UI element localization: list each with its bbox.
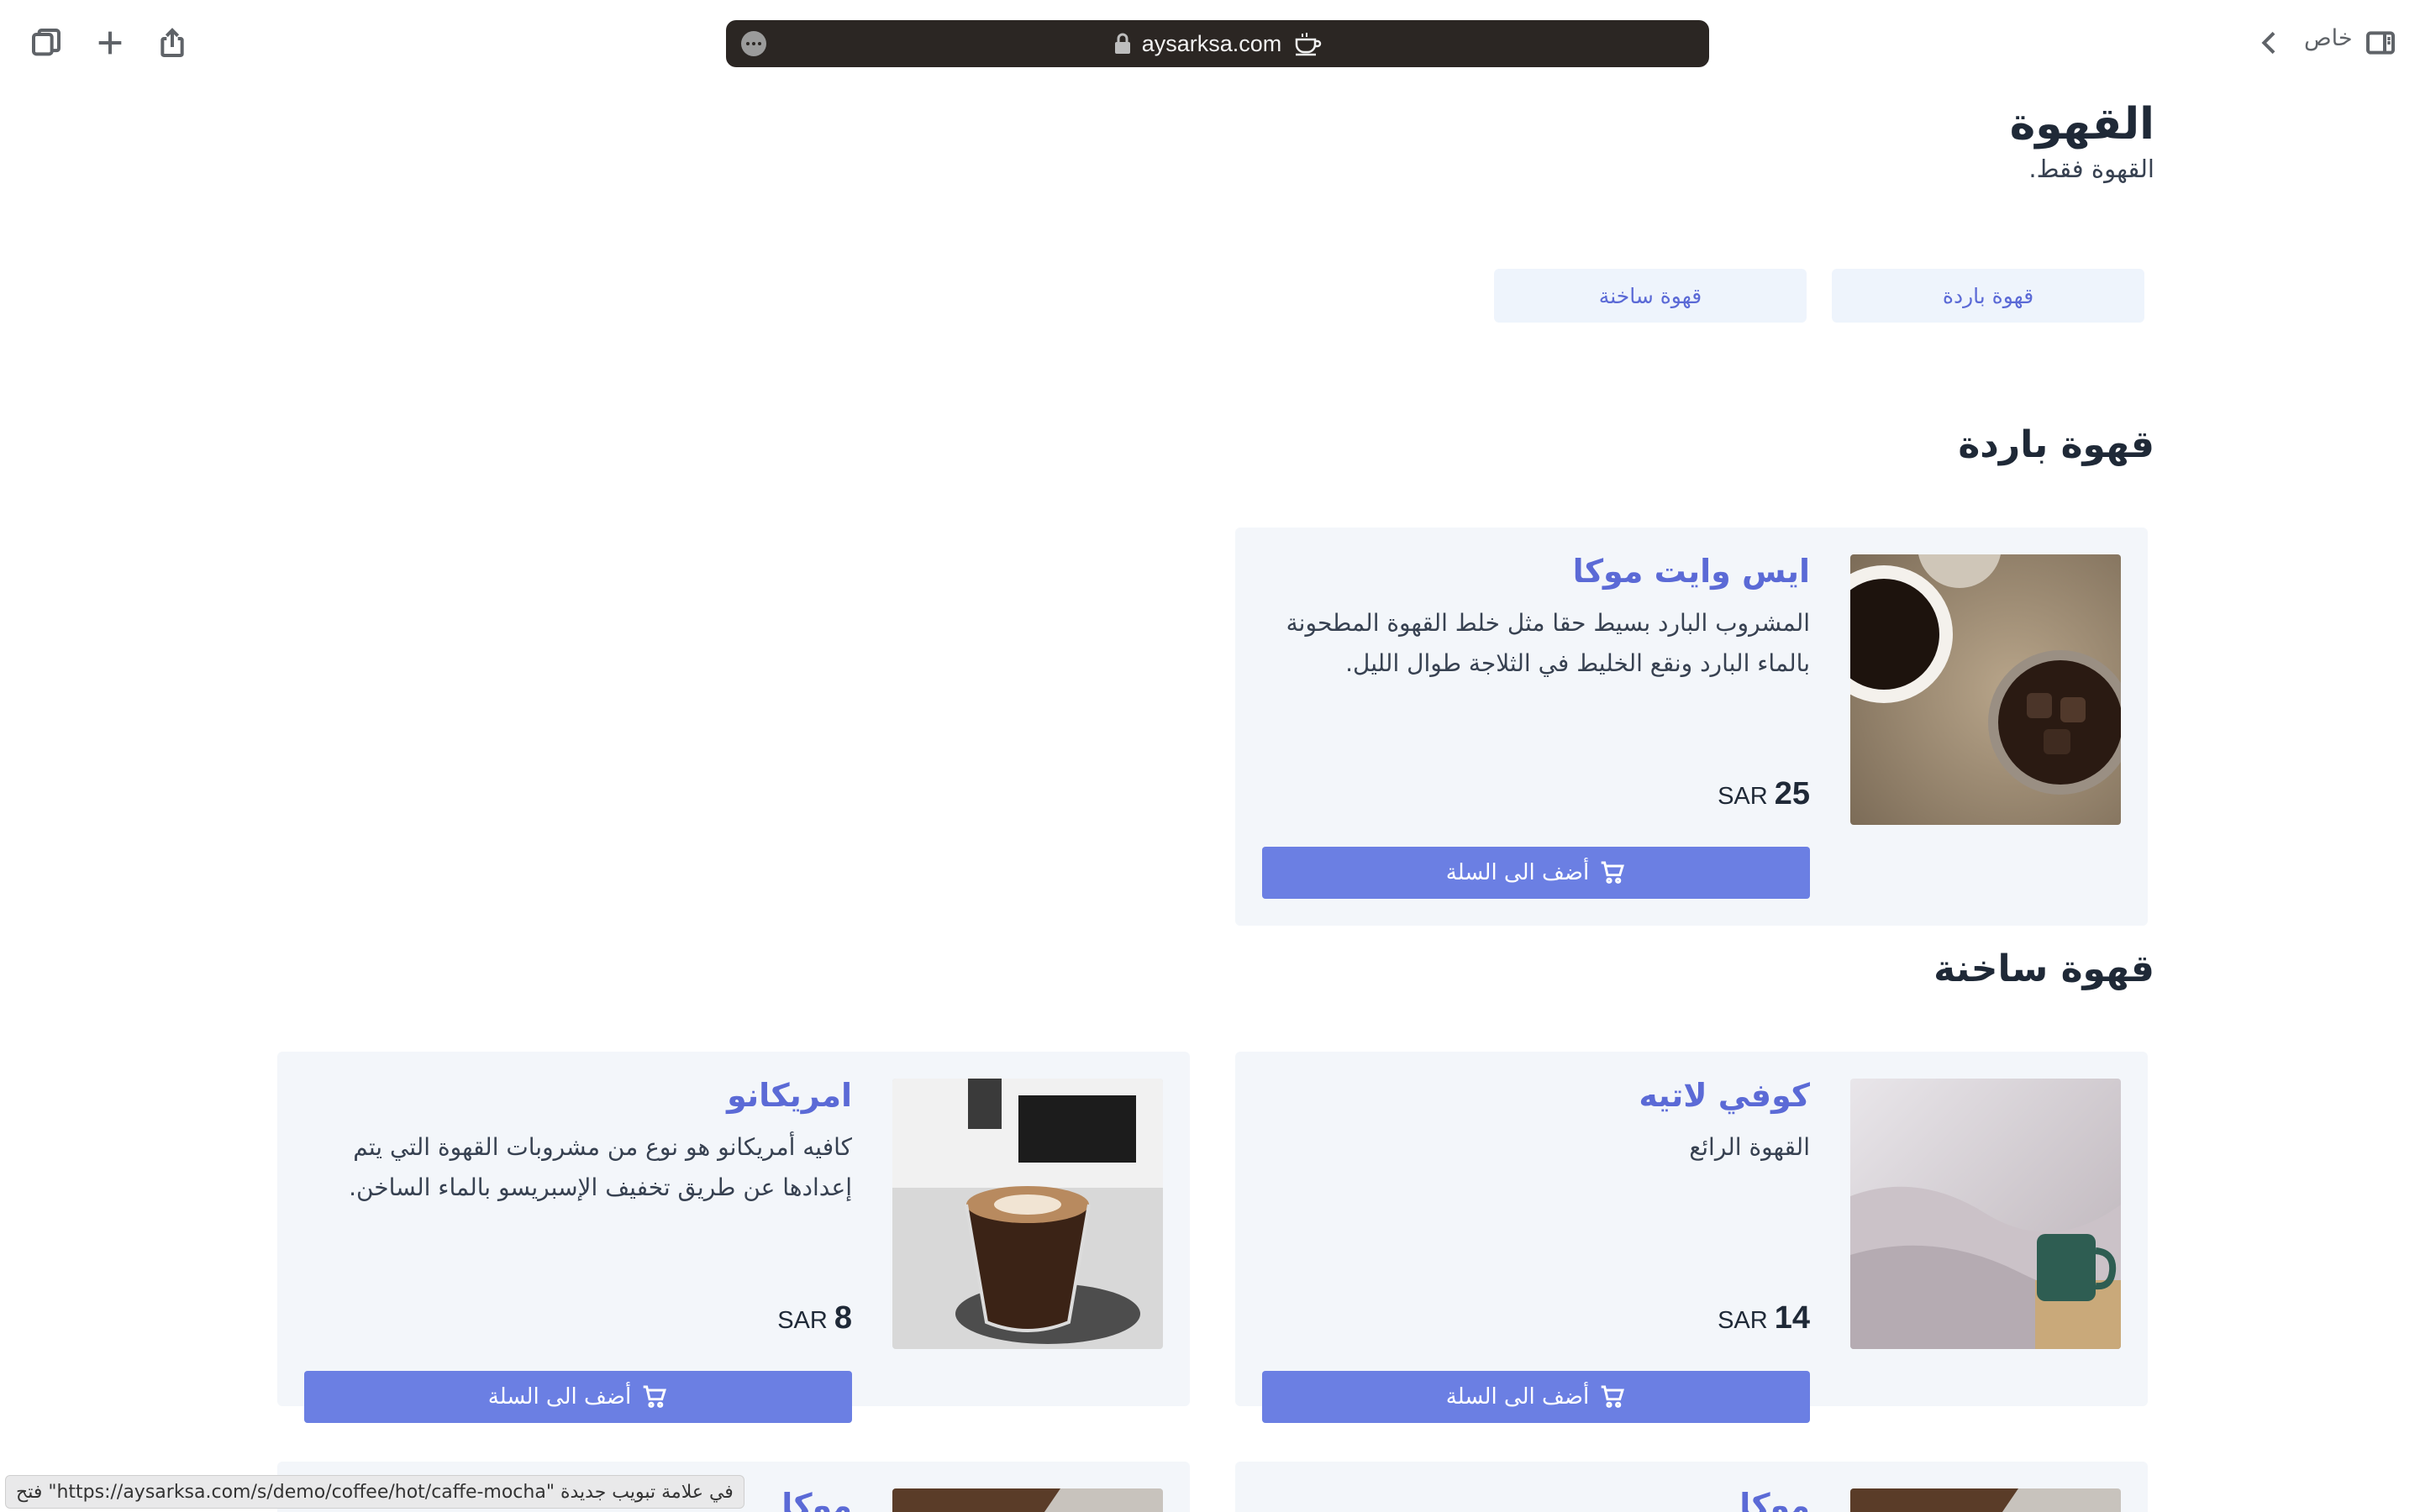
product-price: SAR 25 <box>1718 776 1810 812</box>
add-to-cart-label: أضف الى السلة <box>487 1384 632 1410</box>
product-card: امريكانو كافيه أمريكانو هو نوع من مشروبا… <box>277 1052 1190 1423</box>
add-to-cart-button[interactable]: أضف الى السلة <box>304 1371 852 1423</box>
cart-icon <box>1601 861 1625 884</box>
tab-overview-icon[interactable] <box>24 20 69 66</box>
add-to-cart-label: أضف الى السلة <box>1445 1384 1590 1410</box>
product-description: المشروب البارد بسيط حقا مثل خلط القهوة ا… <box>1286 609 1810 677</box>
section-title-hot: قهوة ساخنة <box>1933 948 2154 990</box>
private-label: خاص <box>2304 25 2353 51</box>
add-to-cart-label: أضف الى السلة <box>1445 860 1590 885</box>
section-title-cold: قهوة باردة <box>1958 423 2154 466</box>
product-image[interactable] <box>892 1488 1163 1512</box>
new-tab-icon[interactable] <box>87 20 133 66</box>
product-card: كوفي لاتيه القهوة الرائع SAR 14 أضف الى … <box>1235 1052 2148 1423</box>
page-menu-icon[interactable] <box>741 31 766 56</box>
share-icon[interactable] <box>150 20 195 66</box>
product-name[interactable]: امريكانو <box>727 1077 852 1114</box>
product-image[interactable] <box>892 1079 1163 1349</box>
product-name[interactable]: ايس وايت موكا <box>1573 553 1810 590</box>
product-image[interactable] <box>1850 1079 2121 1349</box>
sidebar-toggle-icon[interactable] <box>2358 20 2403 66</box>
price-amount: 8 <box>834 1300 852 1336</box>
product-image[interactable] <box>1850 554 2121 825</box>
cart-icon <box>643 1385 667 1408</box>
product-price: SAR 8 <box>777 1300 852 1336</box>
cart-icon <box>1601 1385 1625 1408</box>
page-title: القهوة <box>2009 99 2154 150</box>
price-currency: SAR <box>1718 783 1768 810</box>
url-text: aysarksa.com <box>1141 30 1282 56</box>
product-image[interactable] <box>1850 1488 2121 1512</box>
product-card: ايس وايت موكا المشروب البارد بسيط حقا مث… <box>1235 528 2148 926</box>
add-to-cart-button[interactable]: أضف الى السلة <box>1262 1371 1810 1423</box>
back-chevron-icon[interactable] <box>2247 20 2292 66</box>
product-name[interactable]: كوفي لاتيه <box>1639 1077 1810 1114</box>
product-name[interactable]: موكا <box>1739 1487 1810 1512</box>
product-card: موكا <box>1235 1462 2148 1512</box>
price-currency: SAR <box>777 1307 828 1334</box>
category-hot-coffee-button[interactable]: قهوة ساخنة <box>1494 269 1807 323</box>
category-cold-coffee-button[interactable]: قهوة باردة <box>1832 269 2144 323</box>
price-amount: 25 <box>1774 776 1810 811</box>
coffee-cup-icon <box>1296 33 1322 56</box>
price-amount: 14 <box>1774 1300 1810 1336</box>
page-subtitle: القهوة فقط. <box>2028 155 2154 183</box>
add-to-cart-button[interactable]: أضف الى السلة <box>1262 847 1810 899</box>
address-bar[interactable]: aysarksa.com <box>726 20 1709 67</box>
product-name[interactable]: موكا <box>781 1487 852 1512</box>
product-description: القهوة الرائع <box>1689 1133 1810 1161</box>
product-description: كافيه أمريكانو هو نوع من مشروبات القهوة … <box>349 1133 852 1201</box>
product-price: SAR 14 <box>1718 1300 1810 1336</box>
browser-toolbar: aysarksa.com خاص <box>0 0 2420 87</box>
link-status-bar: فتح "https://aysarksa.com/s/demo/coffee/… <box>5 1475 744 1509</box>
lock-icon <box>1114 33 1130 54</box>
price-currency: SAR <box>1718 1307 1768 1334</box>
